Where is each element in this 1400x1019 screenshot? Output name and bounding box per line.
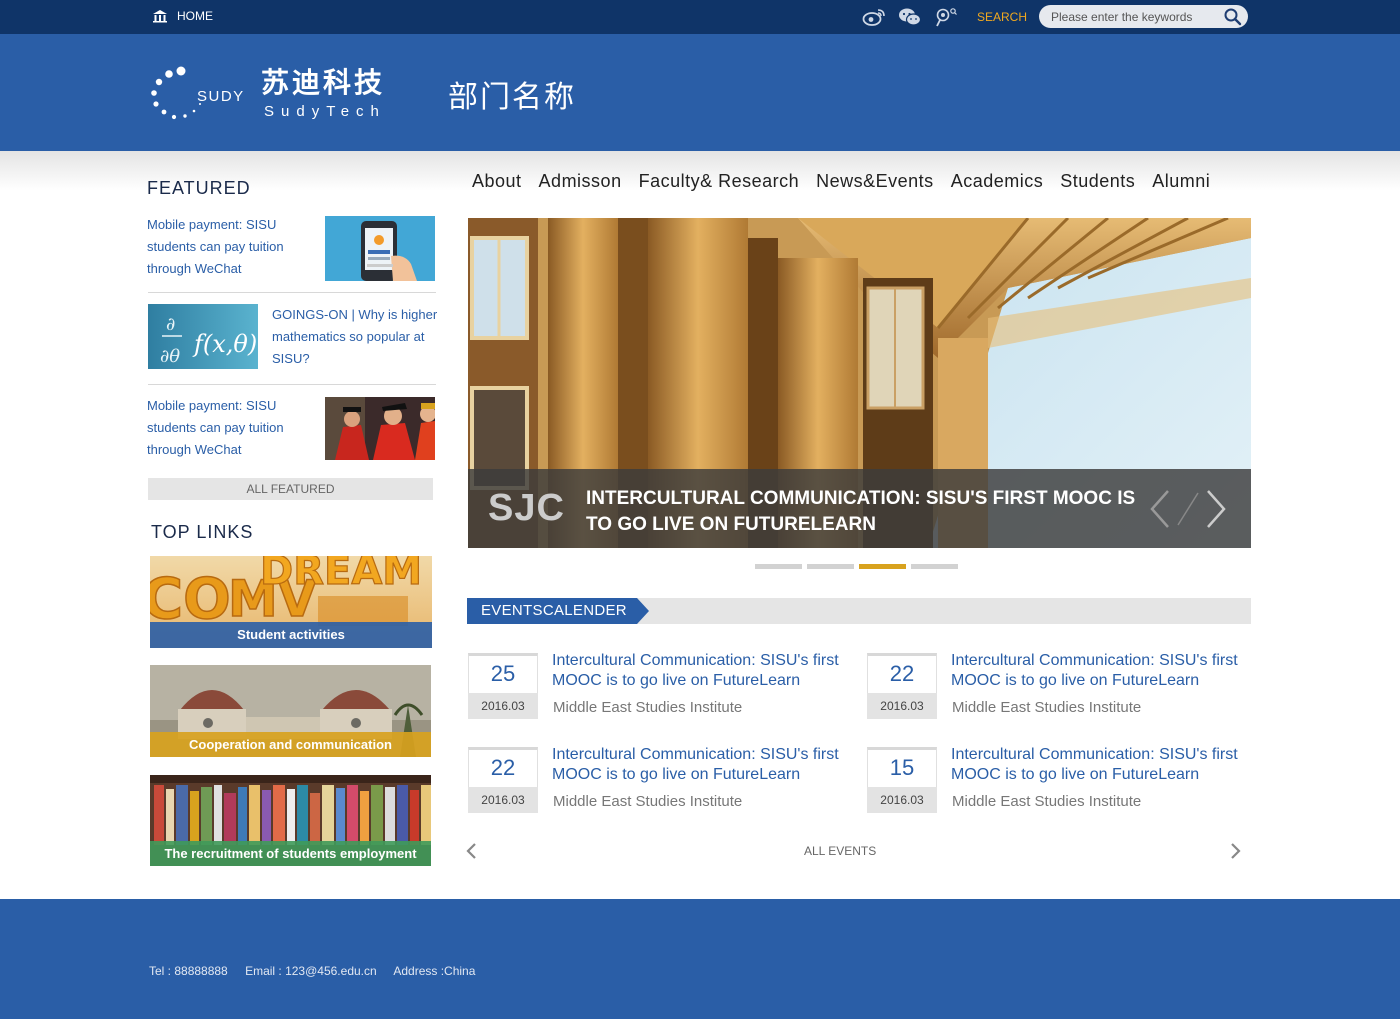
featured-title: FEATURED xyxy=(147,178,251,198)
slider-dots xyxy=(755,564,958,569)
logo-mark-text: SUDY xyxy=(197,88,245,105)
event-title[interactable]: Intercultural Communication: SISU's firs… xyxy=(552,745,862,785)
featured-divider xyxy=(148,292,436,293)
graduation-thumb[interactable] xyxy=(325,397,436,462)
home-icon xyxy=(153,10,167,23)
svg-text:∂: ∂ xyxy=(166,314,175,335)
event-item[interactable]: 25 2016.03 Intercultural Communication: … xyxy=(468,652,858,723)
search-input[interactable] xyxy=(1051,8,1216,25)
nav-news-events[interactable]: News&Events xyxy=(816,171,934,192)
event-title[interactable]: Intercultural Communication: SISU's firs… xyxy=(951,651,1261,691)
event-year-month: 2016.03 xyxy=(468,787,538,813)
featured-divider xyxy=(148,384,436,385)
svg-text:DREAM: DREAM xyxy=(260,556,422,594)
all-events-link[interactable]: ALL EVENTS xyxy=(804,844,876,858)
slide-caption: SJC INTERCULTURAL COMMUNICATION: SISU'S … xyxy=(468,469,1251,548)
event-date[interactable]: 22 2016.03 xyxy=(867,653,937,719)
event-title[interactable]: Intercultural Communication: SISU's firs… xyxy=(552,651,862,691)
event-date[interactable]: 22 2016.03 xyxy=(468,747,538,813)
top-link-student-activities[interactable]: CO MV DREAM Student activities xyxy=(150,556,432,648)
event-item[interactable]: 22 2016.03 Intercultural Communication: … xyxy=(468,746,858,817)
slider-arrows xyxy=(1150,489,1230,529)
top-links-title: TOP LINKS xyxy=(151,522,254,542)
wechat-icon[interactable] xyxy=(898,7,922,27)
event-organizer: Middle East Studies Institute xyxy=(952,793,1142,810)
event-year-month: 2016.03 xyxy=(468,693,538,719)
weibo-icon[interactable] xyxy=(862,7,886,27)
slider-dot[interactable] xyxy=(755,564,802,569)
nav-students[interactable]: Students xyxy=(1060,171,1135,192)
event-item[interactable]: 15 2016.03 Intercultural Communication: … xyxy=(867,746,1257,817)
link-caption: The recruitment of students employment xyxy=(150,841,431,866)
link-caption: Cooperation and communication xyxy=(150,732,431,757)
slider-dot-active[interactable] xyxy=(859,564,906,569)
event-year-month: 2016.03 xyxy=(867,693,937,719)
slider-dot[interactable] xyxy=(911,564,958,569)
home-link[interactable]: HOME xyxy=(152,9,213,23)
featured-item-text[interactable]: Mobile payment: SISU students can pay tu… xyxy=(147,214,307,280)
person-search-icon[interactable] xyxy=(934,7,958,27)
top-bar: HOME SEARCH Please enter the keywords xyxy=(0,0,1400,34)
logo-brand-cn: 苏迪科技 xyxy=(261,66,385,99)
events-next-icon[interactable] xyxy=(1230,841,1242,866)
event-day: 25 xyxy=(468,653,538,693)
events-header: EVENTSCALENDER xyxy=(467,598,1251,624)
slide-title[interactable]: INTERCULTURAL COMMUNICATION: SISU'S FIRS… xyxy=(586,486,1146,538)
nav-faculty-research[interactable]: Faculty& Research xyxy=(639,171,800,192)
site-footer: Tel : 88888888 Email : 123@456.edu.cn Ad… xyxy=(0,899,1400,1019)
slide-badge: SJC xyxy=(488,487,565,529)
site-header: SUDY 苏迪科技 SudyTech 部门名称 xyxy=(0,34,1400,151)
event-day: 22 xyxy=(468,747,538,787)
all-featured-button[interactable]: ALL FEATURED xyxy=(148,478,433,500)
event-item[interactable]: 22 2016.03 Intercultural Communication: … xyxy=(867,652,1257,723)
nav-academics[interactable]: Academics xyxy=(951,171,1044,192)
event-date[interactable]: 25 2016.03 xyxy=(468,653,538,719)
nav-admission[interactable]: Admisson xyxy=(539,171,622,192)
slider-dot[interactable] xyxy=(807,564,854,569)
footer-tel: Tel : 88888888 xyxy=(149,964,228,978)
math-formula-thumb[interactable]: ∂ ∂θ f(x,θ) xyxy=(148,304,258,369)
nav-about[interactable]: About xyxy=(472,171,522,192)
footer-contact: Tel : 88888888 Email : 123@456.edu.cn Ad… xyxy=(149,964,489,978)
site-logo[interactable]: SUDY 苏迪科技 SudyTech xyxy=(148,64,418,124)
logo-brand-en: SudyTech xyxy=(264,103,386,120)
search-box xyxy=(1039,5,1248,28)
events-tab[interactable]: EVENTSCALENDER xyxy=(467,598,649,624)
featured-item-text[interactable]: Mobile payment: SISU students can pay tu… xyxy=(147,395,307,461)
featured-item-text[interactable]: GOINGS-ON | Why is higher mathematics so… xyxy=(272,304,442,370)
events-prev-icon[interactable] xyxy=(465,841,477,866)
slider-next-icon[interactable] xyxy=(1207,490,1226,528)
event-organizer: Middle East Studies Institute xyxy=(553,793,743,810)
event-organizer: Middle East Studies Institute xyxy=(952,699,1142,716)
footer-email[interactable]: Email : 123@456.edu.cn xyxy=(245,964,377,978)
svg-text:∂θ: ∂θ xyxy=(160,346,180,367)
link-caption: Student activities xyxy=(150,622,432,648)
top-link-recruitment[interactable]: The recruitment of students employment xyxy=(150,775,431,866)
event-title[interactable]: Intercultural Communication: SISU's firs… xyxy=(951,745,1261,785)
events-title: EVENTSCALENDER xyxy=(481,602,627,619)
slider-prev-icon[interactable] xyxy=(1150,490,1169,528)
home-label: HOME xyxy=(177,9,213,23)
event-year-month: 2016.03 xyxy=(867,787,937,813)
event-organizer: Middle East Studies Institute xyxy=(553,699,743,716)
nav-alumni[interactable]: Alumni xyxy=(1152,171,1210,192)
main-nav: About Admisson Faculty& Research News&Ev… xyxy=(472,171,1210,192)
search-label: SEARCH xyxy=(977,10,1028,24)
event-day: 22 xyxy=(867,653,937,693)
department-name: 部门名称 xyxy=(448,80,576,115)
svg-text:f(x,θ): f(x,θ) xyxy=(192,330,257,358)
event-date[interactable]: 15 2016.03 xyxy=(867,747,937,813)
event-day: 15 xyxy=(867,747,937,787)
top-link-cooperation[interactable]: Cooperation and communication xyxy=(150,665,431,757)
hero-slider[interactable]: SJC INTERCULTURAL COMMUNICATION: SISU'S … xyxy=(468,218,1251,548)
search-icon[interactable] xyxy=(1223,7,1242,26)
footer-address: Address :China xyxy=(393,964,476,978)
phone-payment-thumb[interactable] xyxy=(325,216,435,281)
